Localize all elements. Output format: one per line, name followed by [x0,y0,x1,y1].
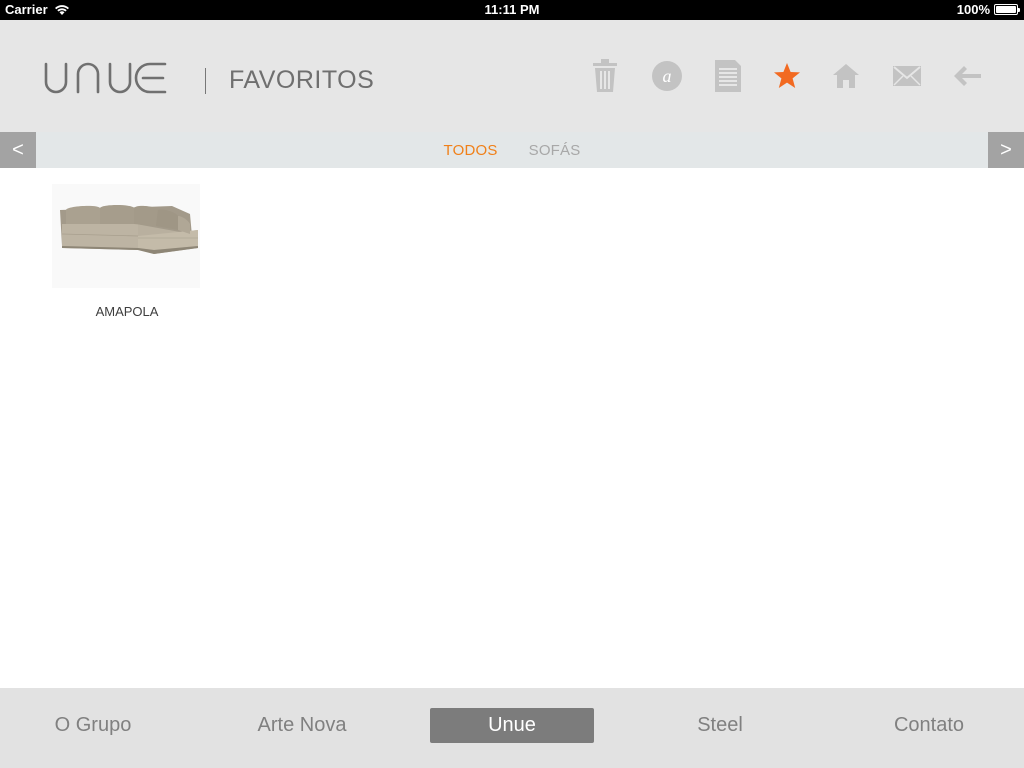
document-icon [715,60,741,92]
status-bar: Carrier 11:11 PM 100% [0,0,1024,20]
nav-contato[interactable]: Contato [847,708,1011,743]
bottom-nav: O Grupo Arte Nova Unue Steel Contato [0,688,1024,768]
status-right: 100% [956,2,1020,17]
mail-button[interactable] [887,56,927,96]
tab-sofas[interactable]: SOFÁS [529,142,581,159]
nav-unue[interactable]: Unue [430,708,594,743]
header-separator [205,68,206,94]
sofa-image [52,184,200,288]
trash-button[interactable] [585,56,625,96]
category-prev-button[interactable]: < [0,132,36,168]
star-icon [774,63,800,88]
app-header: FAVORITOS a [0,20,1024,132]
battery-icon [994,4,1020,15]
nav-steel[interactable]: Steel [638,708,802,743]
home-button[interactable] [826,56,866,96]
document-button[interactable] [708,56,748,96]
back-arrow-icon [954,66,981,86]
back-button[interactable] [947,56,987,96]
category-tabs: TODOS SOFÁS [36,132,988,168]
favorites-button[interactable] [767,56,807,96]
nav-arte-nova[interactable]: Arte Nova [220,708,384,743]
about-button[interactable]: a [647,56,687,96]
trash-icon [593,59,617,92]
favorites-grid: AMAPOLA [0,168,1024,688]
unue-logo [44,62,167,94]
page-title: FAVORITOS [229,66,375,94]
category-next-button[interactable]: > [988,132,1024,168]
tab-todos[interactable]: TODOS [444,142,498,159]
a-circle-icon: a [652,61,682,91]
category-bar: < TODOS SOFÁS > [0,132,1024,168]
svg-text:a: a [663,66,672,86]
status-time: 11:11 PM [484,2,540,17]
product-card[interactable]: AMAPOLA [52,184,202,319]
home-icon [833,64,859,88]
nav-o-grupo[interactable]: O Grupo [11,708,175,743]
product-name: AMAPOLA [95,304,159,319]
battery-label: 100% [956,2,990,17]
mail-icon [893,66,921,86]
